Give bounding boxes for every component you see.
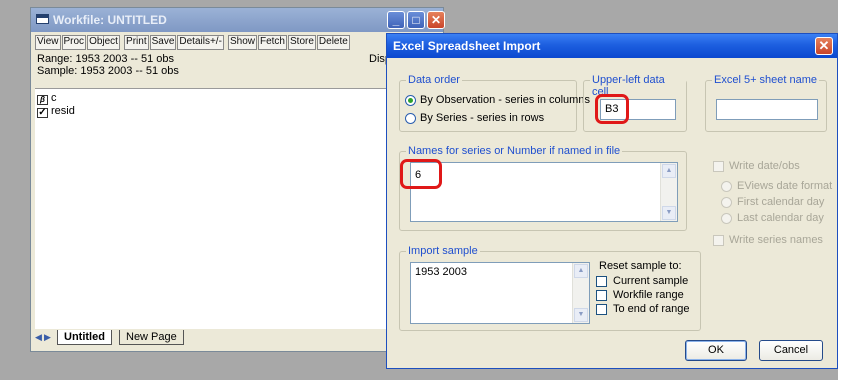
- tab-scroll-left-icon[interactable]: ◀: [35, 333, 43, 342]
- sheet-name-input[interactable]: [716, 99, 818, 120]
- object-name: resid: [51, 105, 75, 117]
- workfile-title: Workfile: UNTITLED: [53, 13, 167, 27]
- delete-button[interactable]: Delete: [316, 35, 350, 50]
- show-button[interactable]: Show: [227, 35, 257, 50]
- tab-scroll-right-icon[interactable]: ▶: [44, 333, 52, 342]
- import-sample-scrollbar[interactable]: ▲ ▼: [572, 263, 589, 323]
- eviews-date-radio[interactable]: [721, 181, 732, 192]
- dialog-title-bar[interactable]: Excel Spreadsheet Import ✕: [387, 34, 837, 58]
- ok-button[interactable]: OK: [685, 340, 747, 361]
- excel-import-dialog: Excel Spreadsheet Import ✕ Data order By…: [386, 33, 838, 369]
- reset-sample-label: Reset sample to:: [599, 260, 682, 272]
- minimize-icon[interactable]: _: [387, 11, 405, 29]
- window-icon: [36, 14, 49, 24]
- close-icon[interactable]: ✕: [427, 11, 445, 29]
- import-sample-value: 1953 2003: [415, 266, 467, 278]
- first-calendar-day-label: First calendar day: [737, 196, 825, 208]
- import-sample-legend: Import sample: [406, 245, 480, 257]
- workfile-range-checkbox[interactable]: [596, 290, 607, 301]
- scroll-down-icon[interactable]: ▼: [662, 206, 676, 220]
- data-order-group: Data order By Observation - series in co…: [399, 74, 590, 132]
- workfile-info: Range: 1953 2003 -- 51 obs Sample: 1953 …: [37, 53, 179, 77]
- last-calendar-day-label: Last calendar day: [737, 212, 824, 224]
- highlight-marker-names: [400, 159, 442, 189]
- series-names-scrollbar[interactable]: ▲ ▼: [660, 163, 677, 221]
- scroll-up-icon[interactable]: ▲: [662, 164, 676, 178]
- coefficient-icon: β: [37, 95, 48, 105]
- object-name: c: [51, 92, 57, 104]
- list-item[interactable]: ✓ resid: [37, 105, 75, 118]
- fetch-button[interactable]: Fetch: [257, 35, 287, 50]
- series-names-legend: Names for series or Number if named in f…: [406, 145, 623, 157]
- tab-new-page[interactable]: New Page: [119, 330, 184, 345]
- list-item[interactable]: βc: [37, 92, 57, 105]
- details-button[interactable]: Details+/-: [177, 35, 224, 50]
- scroll-down-icon[interactable]: ▼: [574, 308, 588, 322]
- dialog-title: Excel Spreadsheet Import: [393, 39, 541, 53]
- workfile-page-tabs: ◀ ▶ Untitled New Page: [35, 330, 415, 346]
- series-names-group: Names for series or Number if named in f…: [399, 145, 687, 231]
- end-of-range-label: To end of range: [613, 303, 690, 315]
- data-order-legend: Data order: [406, 74, 462, 86]
- write-series-names-label: Write series names: [729, 234, 823, 246]
- by-series-label: By Series - series in rows: [420, 112, 545, 124]
- print-button[interactable]: Print: [124, 35, 149, 50]
- current-sample-label: Current sample: [613, 275, 689, 287]
- workfile-title-bar[interactable]: Workfile: UNTITLED _ □ ✕: [31, 8, 445, 32]
- object-button[interactable]: Object: [87, 35, 120, 50]
- import-sample-input[interactable]: 1953 2003 ▲ ▼: [410, 262, 590, 324]
- view-button[interactable]: View: [35, 35, 61, 50]
- write-date-label: Write date/obs: [729, 160, 800, 172]
- workfile-window: Workfile: UNTITLED _ □ ✕ View Proc Object …: [30, 7, 445, 352]
- cancel-button[interactable]: Cancel: [759, 340, 823, 361]
- maximize-icon[interactable]: □: [407, 11, 425, 29]
- end-of-range-checkbox[interactable]: [596, 304, 607, 315]
- proc-button[interactable]: Proc: [61, 35, 87, 50]
- import-sample-group: Import sample 1953 2003 ▲ ▼ Reset sample…: [399, 245, 701, 331]
- tab-untitled[interactable]: Untitled: [57, 330, 112, 345]
- workfile-range-label: Workfile range: [613, 289, 684, 301]
- residual-series-icon: ✓: [37, 107, 48, 118]
- save-button[interactable]: Save: [149, 35, 177, 50]
- write-series-names-checkbox[interactable]: [713, 235, 724, 246]
- scroll-up-icon[interactable]: ▲: [574, 264, 588, 278]
- store-button[interactable]: Store: [288, 35, 316, 50]
- first-calendar-day-radio[interactable]: [721, 197, 732, 208]
- close-icon[interactable]: ✕: [815, 37, 833, 55]
- last-calendar-day-radio[interactable]: [721, 213, 732, 224]
- sheet-name-group: Excel 5+ sheet name: [705, 74, 827, 132]
- highlight-marker-cell: [595, 94, 629, 124]
- series-names-input[interactable]: 6 ▲ ▼: [410, 162, 678, 222]
- workfile-toolbar: View Proc Object Print Save Details+/- Show F…: [35, 35, 443, 51]
- write-date-checkbox[interactable]: [713, 161, 724, 172]
- object-list: βc ✓ resid: [35, 88, 390, 329]
- by-observation-label: By Observation - series in columns: [420, 94, 590, 106]
- sheet-name-legend: Excel 5+ sheet name: [712, 74, 820, 86]
- current-sample-checkbox[interactable]: [596, 276, 607, 287]
- by-series-radio[interactable]: [405, 113, 416, 124]
- sample-text: Sample: 1953 2003 -- 51 obs: [37, 65, 179, 77]
- by-observation-radio[interactable]: [405, 95, 416, 106]
- range-text: Range: 1953 2003 -- 51 obs: [37, 53, 174, 65]
- eviews-date-label: EViews date format: [737, 180, 833, 192]
